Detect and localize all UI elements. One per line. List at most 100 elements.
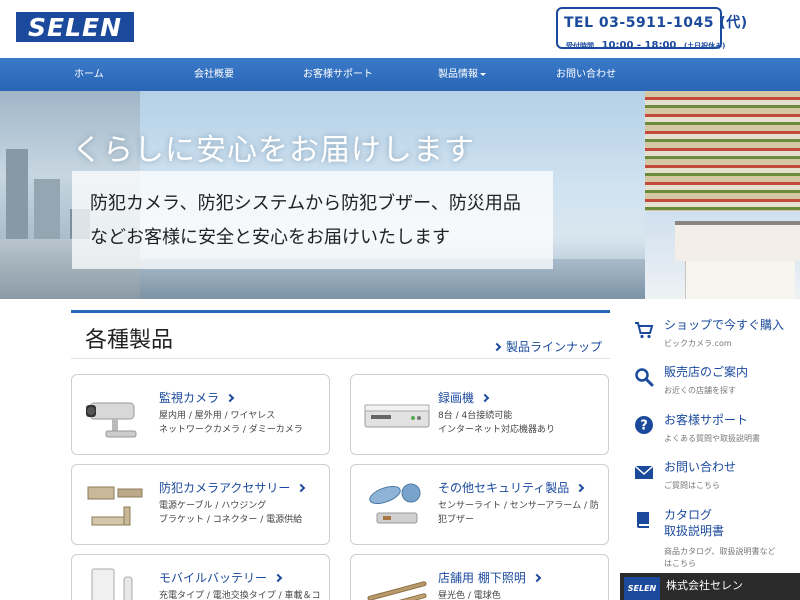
card-title-text: 録画機 xyxy=(438,391,475,405)
mobile-battery-icon xyxy=(91,568,133,600)
hours-label: 受付時間 xyxy=(566,42,594,50)
product-card-security[interactable]: その他セキュリティ製品 センサーライト / センサーアラーム / 防 犯ブザー xyxy=(350,464,609,545)
sidebar-contact-link[interactable]: お問い合わせ ご質問はこちら xyxy=(630,458,800,498)
main-nav: ホーム 会社概要 お客様サポート 製品情報 お問い合わせ xyxy=(0,58,800,91)
sidebar-subtitle: ビックカメラ.com xyxy=(664,339,732,348)
sidebar-support-link[interactable]: ? お客様サポート よくある質問や取扱説明書 xyxy=(630,411,800,451)
product-card-battery[interactable]: モバイルバッテリー 充電タイプ / 電池交換タイプ / 車載＆コ xyxy=(71,554,330,600)
hero-store-shelves-image xyxy=(645,91,800,211)
sidebar-title: カタログ xyxy=(664,508,713,522)
card-desc-line: 犯ブザー xyxy=(438,515,475,525)
product-card-recorder[interactable]: 録画機 8台 / 4台接続可能 インターネット対応機器あり xyxy=(350,374,609,455)
hero-banner: くらしに安心をお届けします 防犯カメラ、防犯システムから防犯ブザー、防災用品 な… xyxy=(0,91,800,299)
sidebar-title: お客様サポート xyxy=(664,413,749,427)
hero-house-image xyxy=(645,211,800,299)
card-desc-line: インターネット対応機器あり xyxy=(438,425,556,435)
card-title-text: モバイルバッテリー xyxy=(159,571,268,585)
security-camera-icon xyxy=(86,402,137,438)
house-roof xyxy=(675,221,800,261)
sidebar-subtitle: お近くの店舗を探す xyxy=(664,386,736,395)
nav-home[interactable]: ホーム xyxy=(74,58,104,91)
chevron-right-icon xyxy=(532,573,542,583)
sidebar-subtitle: 商品カタログ、取扱説明書など xyxy=(664,547,776,556)
sidebar-title: お問い合わせ xyxy=(664,460,737,474)
shelf-light-icon xyxy=(367,581,427,600)
nav-contact[interactable]: お問い合わせ xyxy=(556,58,616,91)
sidebar-catalog-link[interactable]: カタログ 取扱説明書 商品カタログ、取扱説明書など はこちら xyxy=(630,506,800,570)
card-title: 監視カメラ xyxy=(159,389,235,406)
nav-company[interactable]: 会社概要 xyxy=(194,58,234,91)
card-desc-line: ブラケット / コネクター / 電源供給 xyxy=(159,515,303,525)
card-description: 電源ケーブル / ハウジング ブラケット / コネクター / 電源供給 xyxy=(159,499,302,527)
logo-text: SELEN xyxy=(27,12,122,42)
product-lineup-link[interactable]: 製品ラインナップ xyxy=(492,338,602,355)
card-desc-line: 8台 / 4台接続可能 xyxy=(438,411,513,421)
card-desc-line: 昼光色 / 電球色 xyxy=(438,591,501,600)
product-card-camera[interactable]: 監視カメラ 屋内用 / 屋外用 / ワイヤレス ネットワークカメラ / ダミーカ… xyxy=(71,374,330,455)
site-header: SELEN TEL 03-5911-1045 (代) 受付時間 10:00 - … xyxy=(0,0,800,58)
mail-icon xyxy=(634,465,654,479)
card-title-text: 監視カメラ xyxy=(159,391,220,405)
products-section-header: 各種製品 製品ラインナップ xyxy=(71,310,610,359)
camera-accessory-icon xyxy=(87,486,143,526)
card-desc-line: 屋内用 / 屋外用 / ワイヤレス xyxy=(159,411,276,421)
card-description: 昼光色 / 電球色 xyxy=(438,589,501,600)
sidebar-shop-link[interactable]: ショップで今すぐ購入 ビックカメラ.com xyxy=(630,316,800,356)
card-description: 充電タイプ / 電池交換タイプ / 車載＆コ xyxy=(159,589,321,600)
book-icon xyxy=(637,512,649,528)
sidebar-subtitle: よくある質問や取扱説明書 xyxy=(664,434,760,443)
nav-support[interactable]: お客様サポート xyxy=(303,58,373,91)
card-description: 8台 / 4台接続可能 インターネット対応機器あり xyxy=(438,409,555,437)
sidebar-title: ショップで今すぐ購入 xyxy=(664,318,785,332)
chevron-right-icon xyxy=(273,573,283,583)
caret-down-icon xyxy=(480,72,486,76)
recorder-icon xyxy=(364,404,430,428)
tel-box: TEL 03-5911-1045 (代) 受付時間 10:00 - 18:00 … xyxy=(556,7,747,52)
sidebar-subtitle-2: はこちら xyxy=(664,559,696,568)
sidebar-subtitle: ご質問はこちら xyxy=(664,481,720,490)
card-title: 録画機 xyxy=(438,389,490,406)
chevron-right-icon xyxy=(225,393,235,403)
section-title: 各種製品 xyxy=(85,328,174,353)
card-title: モバイルバッテリー xyxy=(159,569,283,586)
banner-logo: SELEN xyxy=(624,577,660,600)
product-card-shelf-light[interactable]: 店舗用 棚下照明 昼光色 / 電球色 xyxy=(350,554,609,600)
selen-logo[interactable]: SELEN xyxy=(16,12,134,42)
hours-days: (土日祝休み) xyxy=(683,42,726,50)
hero-title: くらしに安心をお届けします xyxy=(72,133,475,168)
card-title: 店舗用 棚下照明 xyxy=(438,569,542,586)
sidebar-store-link[interactable]: 販売店のご案内 お近くの店舗を探す xyxy=(630,363,800,403)
hero-line-2: などお客様に安全と安心をお届けいたします xyxy=(90,227,450,248)
nav-products-label: 製品情報 xyxy=(438,69,478,80)
chevron-right-icon xyxy=(480,393,490,403)
hours-time: 10:00 - 18:00 xyxy=(601,40,677,51)
hero-message-box: 防犯カメラ、防犯システムから防犯ブザー、防災用品 などお客様に安全と安心をお届け… xyxy=(72,171,553,269)
help-icon: ? xyxy=(635,416,653,434)
nav-products[interactable]: 製品情報 xyxy=(438,58,486,91)
svg-text:?: ? xyxy=(640,419,648,434)
sidebar-title: 販売店のご案内 xyxy=(664,365,749,379)
card-desc-line: ネットワークカメラ / ダミーカメラ xyxy=(159,425,303,435)
business-hours: 受付時間 10:00 - 18:00 (土日祝休み) xyxy=(566,33,725,52)
card-desc-line: センサーライト / センサーアラーム / 防 xyxy=(438,501,599,511)
card-title-text: 防犯カメラアクセサリー xyxy=(159,481,291,495)
card-title-text: 店舗用 棚下照明 xyxy=(438,571,526,585)
house-wall xyxy=(685,261,795,299)
chevron-right-icon xyxy=(576,483,585,493)
sidebar-title-2: 取扱説明書 xyxy=(664,524,725,538)
card-description: センサーライト / センサーアラーム / 防 犯ブザー xyxy=(438,499,599,527)
card-title: その他セキュリティ製品 xyxy=(438,479,585,496)
search-icon xyxy=(635,368,654,387)
chevron-right-icon xyxy=(492,342,502,352)
corporate-banner[interactable]: SELEN 株式会社セレン xyxy=(620,573,800,600)
product-card-accessory[interactable]: 防犯カメラアクセサリー 電源ケーブル / ハウジング ブラケット / コネクター… xyxy=(71,464,330,545)
card-title: 防犯カメラアクセサリー xyxy=(159,479,306,496)
lineup-link-label: 製品ラインナップ xyxy=(505,340,602,354)
tel-number: TEL 03-5911-1045 (代) xyxy=(564,15,748,31)
card-title-text: その他セキュリティ製品 xyxy=(438,481,570,495)
hero-line-1: 防犯カメラ、防犯システムから防犯ブザー、防災用品 xyxy=(90,193,521,214)
banner-company-name: 株式会社セレン xyxy=(666,579,743,592)
chevron-right-icon xyxy=(297,483,306,493)
security-products-icon xyxy=(369,483,421,524)
card-desc-line: 電源ケーブル / ハウジング xyxy=(159,501,267,511)
